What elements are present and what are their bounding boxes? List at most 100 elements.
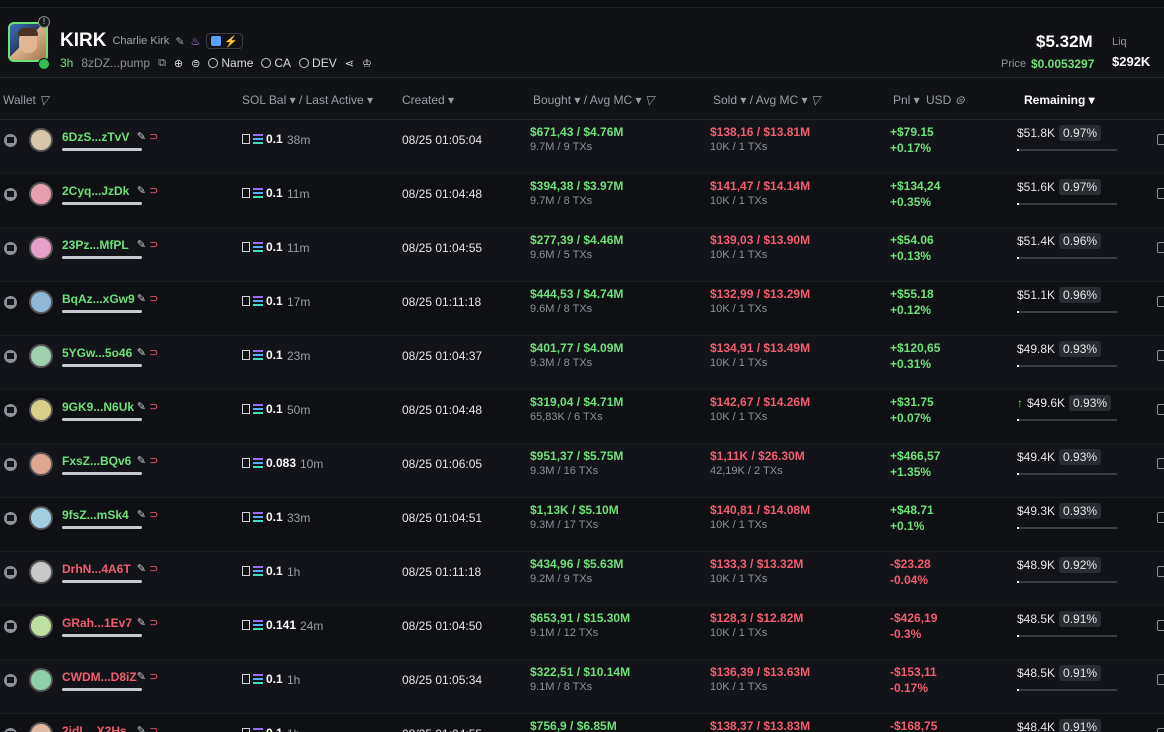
share-icon[interactable]: ⋖ — [345, 57, 354, 70]
table-row[interactable]: 5YGw...5o46 ✎ ⊃ 0.1 23m 08/25 01:04:37 $… — [0, 336, 1164, 390]
wallet-address[interactable]: GRah...1Ev7 — [62, 616, 132, 630]
edit-icon[interactable]: ✎ — [137, 347, 146, 359]
edit-icon[interactable]: ✎ — [137, 617, 146, 629]
info-badge-icon[interactable]: ! — [38, 16, 50, 28]
link-icon[interactable]: ⊃ — [149, 293, 158, 305]
link-icon[interactable]: ⊃ — [149, 563, 158, 575]
link-icon[interactable]: ⊃ — [149, 131, 158, 143]
calendar-icon[interactable] — [1157, 566, 1164, 577]
filter-icon[interactable]: ▽ — [811, 93, 820, 107]
calendar-icon[interactable] — [1157, 512, 1164, 523]
wallet-avatar[interactable] — [29, 722, 53, 732]
row-menu-icon[interactable] — [4, 188, 17, 201]
edit-icon[interactable]: ✎ — [137, 239, 146, 251]
table-row[interactable]: DrhN...4A6T ✎ ⊃ 0.1 1h 08/25 01:11:18 $4… — [0, 552, 1164, 606]
wallet-avatar[interactable] — [29, 182, 53, 206]
table-row[interactable]: GRah...1Ev7 ✎ ⊃ 0.141 24m 08/25 01:04:50… — [0, 606, 1164, 660]
table-row[interactable]: FxsZ...BQv6 ✎ ⊃ 0.083 10m 08/25 01:06:05… — [0, 444, 1164, 498]
edit-icon[interactable]: ✎ — [137, 725, 146, 732]
wallet-avatar[interactable] — [29, 452, 53, 476]
copy-icon[interactable]: ⧉ — [158, 57, 166, 70]
table-row[interactable]: 2jdL...X2Hs ✎ ⊃ 0.1 1h 08/25 01:04:55 $7… — [0, 714, 1164, 732]
calendar-icon[interactable] — [1157, 296, 1164, 307]
search-dev-link[interactable]: DEV — [299, 56, 337, 70]
link-icon[interactable]: ⊃ — [149, 509, 158, 521]
edit-icon[interactable]: ✎ — [137, 131, 146, 143]
col-usd-toggle[interactable]: USD ⊜ — [926, 93, 965, 107]
copy-icon[interactable] — [242, 458, 250, 468]
link-icon[interactable]: ⊃ — [149, 239, 158, 251]
search-name-link[interactable]: Name — [208, 56, 253, 70]
row-menu-icon[interactable] — [4, 350, 17, 363]
calendar-icon[interactable] — [1157, 350, 1164, 361]
table-row[interactable]: 9GK9...N6Uk ✎ ⊃ 0.1 50m 08/25 01:04:48 $… — [0, 390, 1164, 444]
calendar-icon[interactable] — [1157, 728, 1164, 732]
edit-icon[interactable]: ✎ — [137, 185, 146, 197]
copy-icon[interactable] — [242, 566, 250, 576]
calendar-icon[interactable] — [1157, 620, 1164, 631]
copy-icon[interactable] — [242, 674, 250, 684]
wallet-address[interactable]: 9GK9...N6Uk — [62, 400, 134, 414]
row-menu-icon[interactable] — [4, 134, 17, 147]
copy-icon[interactable] — [242, 728, 250, 732]
wallet-avatar[interactable] — [29, 128, 53, 152]
calendar-icon[interactable] — [1157, 134, 1164, 145]
copy-icon[interactable] — [242, 350, 250, 360]
link-icon[interactable]: ⊃ — [149, 455, 158, 467]
table-row[interactable]: 9fsZ...mSk4 ✎ ⊃ 0.1 33m 08/25 01:04:51 $… — [0, 498, 1164, 552]
copy-icon[interactable] — [242, 404, 250, 414]
calendar-icon[interactable] — [1157, 188, 1164, 199]
wallet-avatar[interactable] — [29, 560, 53, 584]
wallet-address[interactable]: 23Pz...MfPL — [62, 238, 129, 252]
edit-icon[interactable]: ✎ — [137, 671, 146, 683]
link-icon[interactable]: ⊃ — [149, 617, 158, 629]
col-remaining[interactable]: Remaining ▾ — [1024, 93, 1095, 107]
col-sold[interactable]: Sold ▾ / Avg MC ▾ ▽ — [713, 93, 820, 107]
table-row[interactable]: 6DzS...zTvV ✎ ⊃ 0.1 38m 08/25 01:05:04 $… — [0, 120, 1164, 174]
copy-icon[interactable] — [242, 512, 250, 522]
crown-icon[interactable]: ♔ — [362, 57, 372, 70]
row-menu-icon[interactable] — [4, 296, 17, 309]
copy-icon[interactable] — [242, 620, 250, 630]
wallet-address[interactable]: CWDM...D8iZ — [62, 670, 137, 684]
table-row[interactable]: 2Cyq...JzDk ✎ ⊃ 0.1 11m 08/25 01:04:48 $… — [0, 174, 1164, 228]
wallet-address[interactable]: 9fsZ...mSk4 — [62, 508, 129, 522]
link-icon[interactable]: ⊃ — [149, 671, 158, 683]
edit-icon[interactable]: ✎ — [137, 293, 146, 305]
wallet-avatar[interactable] — [29, 236, 53, 260]
col-wallet[interactable]: Wallet ▽ — [3, 93, 48, 107]
row-menu-icon[interactable] — [4, 674, 17, 687]
col-sol-bal[interactable]: SOL Bal ▾ / Last Active ▾ — [242, 93, 373, 107]
wallet-address[interactable]: DrhN...4A6T — [62, 562, 131, 576]
wallet-address[interactable]: 2jdL...X2Hs — [62, 724, 127, 732]
calendar-icon[interactable] — [1157, 242, 1164, 253]
edit-icon[interactable]: ✎ — [137, 563, 146, 575]
wallet-avatar[interactable] — [29, 614, 53, 638]
edit-icon[interactable]: ✎ — [137, 455, 146, 467]
row-menu-icon[interactable] — [4, 566, 17, 579]
wallet-address[interactable]: FxsZ...BQv6 — [62, 454, 131, 468]
wallet-address[interactable]: BqAz...xGw9 — [62, 292, 135, 306]
link-icon[interactable]: ⊃ — [149, 185, 158, 197]
menu-circle-icon[interactable]: ⊜ — [191, 57, 200, 70]
wallet-avatar[interactable] — [29, 506, 53, 530]
link-icon[interactable]: ⊃ — [149, 347, 158, 359]
row-menu-icon[interactable] — [4, 458, 17, 471]
feature-pill[interactable]: ⚡ — [206, 33, 244, 49]
wallet-address[interactable]: 2Cyq...JzDk — [62, 184, 129, 198]
wallet-avatar[interactable] — [29, 398, 53, 422]
token-avatar[interactable] — [8, 22, 48, 62]
wallet-address[interactable]: 5YGw...5o46 — [62, 346, 132, 360]
wallet-avatar[interactable] — [29, 290, 53, 314]
row-menu-icon[interactable] — [4, 512, 17, 525]
wallet-address[interactable]: 6DzS...zTvV — [62, 130, 129, 144]
copy-icon[interactable] — [242, 188, 250, 198]
edit-icon[interactable]: ✎ — [137, 401, 146, 413]
copy-icon[interactable] — [242, 296, 250, 306]
filter-icon[interactable]: ▽ — [645, 93, 654, 107]
table-row[interactable]: CWDM...D8iZ ✎ ⊃ 0.1 1h 08/25 01:05:34 $3… — [0, 660, 1164, 714]
col-pnl[interactable]: Pnl ▾ — [893, 93, 920, 107]
wallet-avatar[interactable] — [29, 668, 53, 692]
edit-icon[interactable]: ✎ — [137, 509, 146, 521]
link-icon[interactable]: ⊃ — [149, 725, 158, 732]
